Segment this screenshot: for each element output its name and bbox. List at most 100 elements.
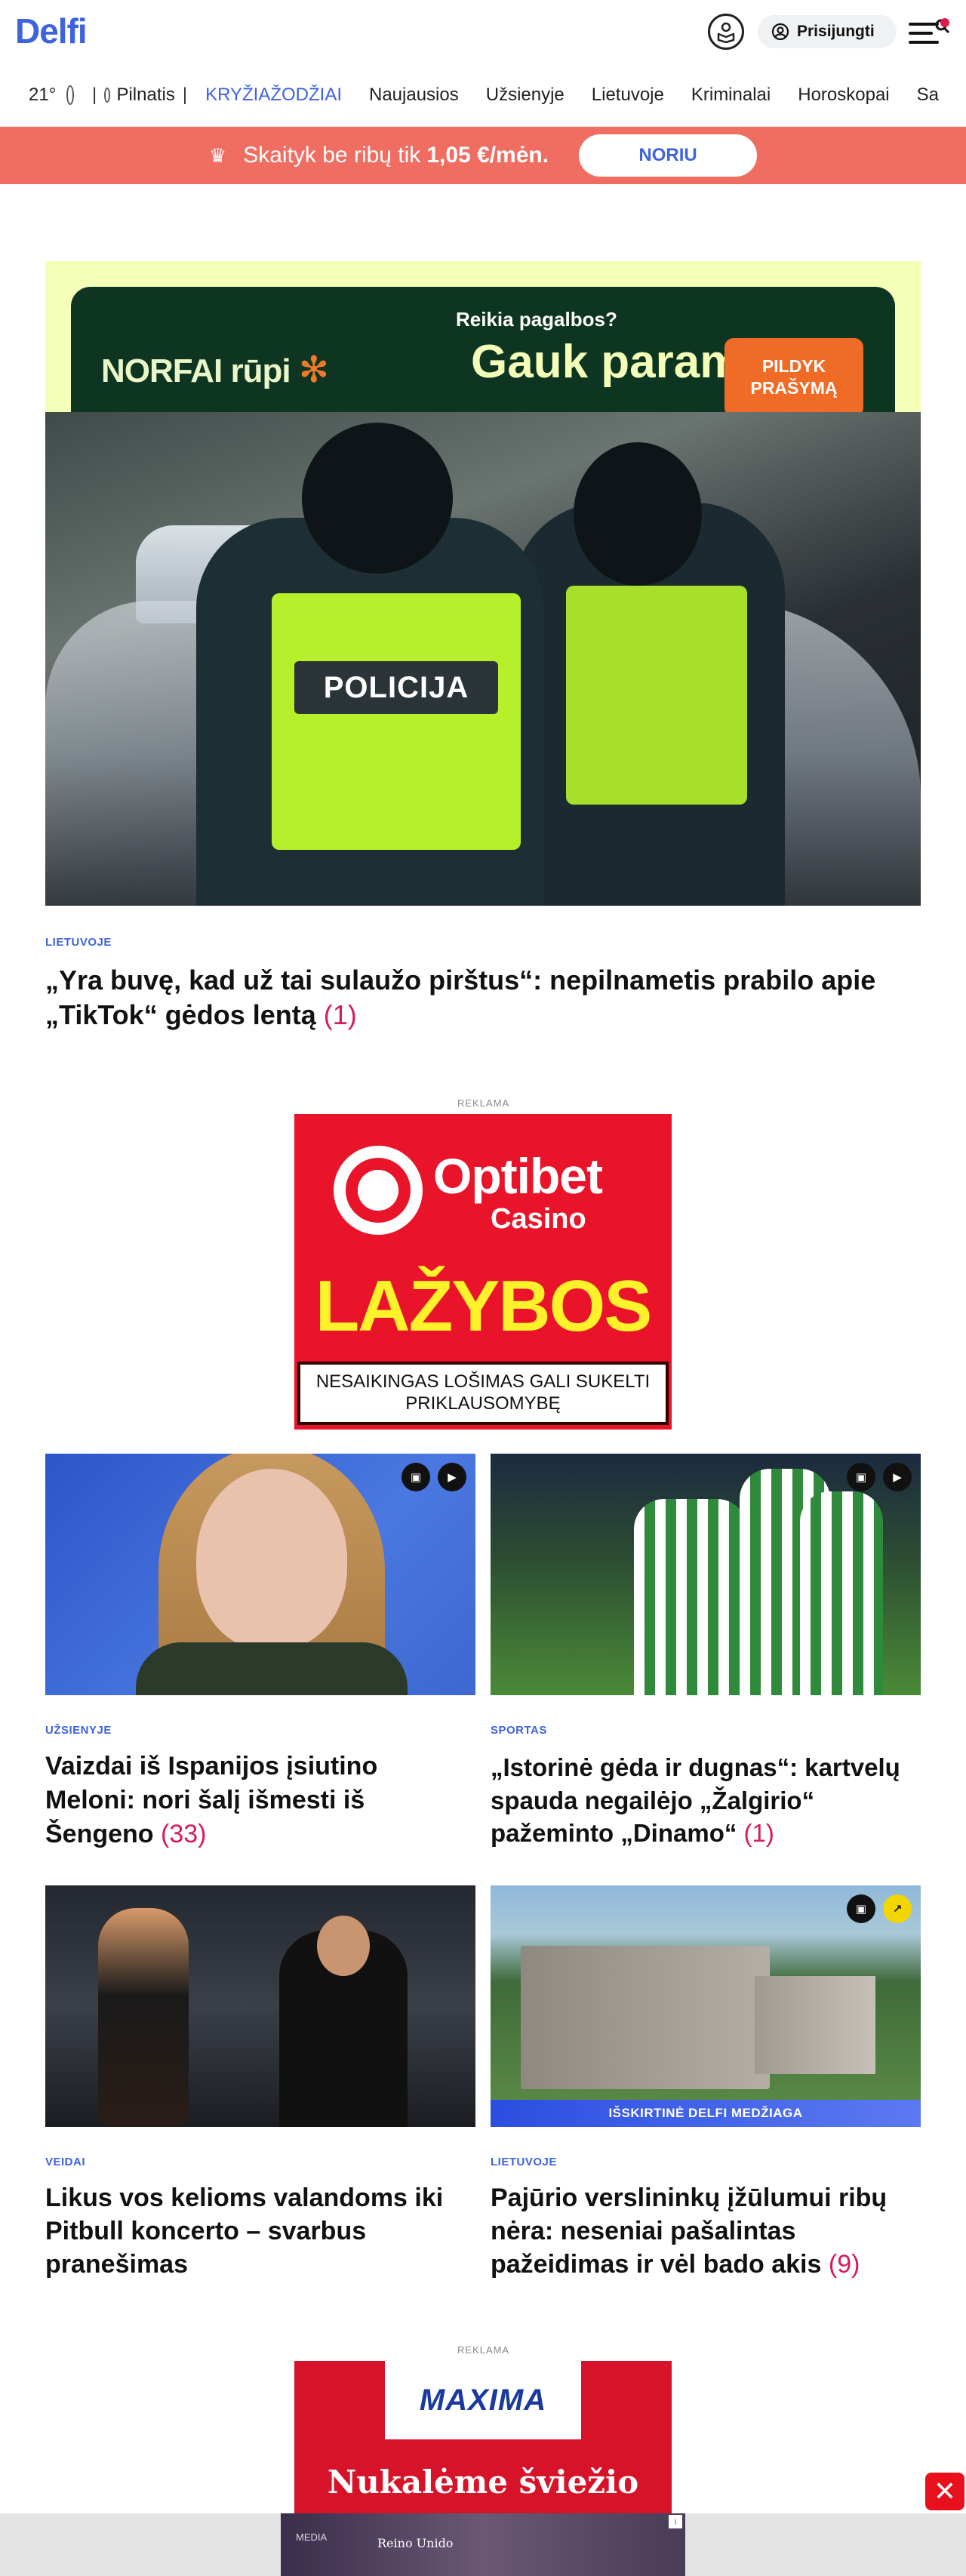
hero-article-image[interactable]: POLICIJA — [45, 412, 921, 906]
norfai-logo-text: NORFAI rūpi — [101, 352, 291, 389]
gallery-icon: ▣ — [847, 1463, 875, 1491]
officer-hood — [574, 442, 702, 586]
maxima-logo: MAXIMA — [385, 2361, 581, 2439]
nav-separator: | — [92, 84, 97, 105]
article-title: Pajūrio verslininkų įžūlumui ribų nėra: … — [491, 2184, 888, 2279]
article-category[interactable]: LIETUVOJE — [491, 2156, 557, 2168]
player-figure — [800, 1491, 883, 1695]
nav-item-uzsienyje[interactable]: Užsienyje — [486, 85, 565, 106]
ad-label: REKLAMA — [457, 1097, 510, 1109]
menu-search-button[interactable] — [906, 17, 952, 50]
exclusive-strip: IŠSKIRTINĖ DELFI MEDŽIAGA — [491, 2100, 921, 2127]
optibet-target-icon — [334, 1146, 423, 1235]
article-headline[interactable]: „Istorinė gėda ir dugnas“: kartvelų spau… — [491, 1751, 913, 1850]
officer-hood — [302, 423, 453, 574]
reader-icon[interactable] — [708, 14, 744, 50]
norfai-question: Reikia pagalbos? — [456, 308, 617, 331]
reader-icon-glyph — [717, 22, 735, 43]
bottom-ad-small-text: MEDIA — [296, 2531, 328, 2543]
bottom-advertisement[interactable]: MEDIA Reino Unido i — [281, 2513, 685, 2576]
promo-price: 1,05 €/mėn. — [426, 143, 549, 168]
menu-bar-icon — [909, 41, 939, 44]
delfi-logo[interactable]: Delfi — [15, 11, 88, 51]
notification-dot — [940, 18, 949, 27]
article-headline[interactable]: Pajūrio verslininkų įžūlumui ribų nėra: … — [491, 2181, 913, 2282]
close-ad-button[interactable]: ✕ — [925, 2473, 964, 2510]
optibet-sub: Casino — [491, 1203, 586, 1235]
dancer-figure — [98, 1908, 189, 2127]
trending-icon: ↗ — [883, 1894, 912, 1923]
norfai-headline: Gauk parama — [471, 336, 768, 388]
hero-headline[interactable]: „Yra buvę, kad už tai sulaužo pirštus“: … — [45, 963, 921, 1033]
comment-count[interactable]: (9) — [829, 2250, 860, 2279]
article-title: Likus vos kelioms valandoms iki Pitbull … — [45, 2184, 444, 2279]
article-image-zalgiris[interactable]: ▣ ▶ — [491, 1454, 921, 1695]
nav-separator: | — [182, 84, 188, 105]
sun-flower-icon: ✻ — [298, 350, 329, 390]
menu-bar-icon — [909, 32, 933, 35]
nav-item-kriminalai[interactable]: Kriminalai — [691, 85, 771, 106]
media-badges: ▣ ↗ — [847, 1894, 912, 1923]
nav-item-lietuvoje[interactable]: Lietuvoje — [592, 85, 664, 106]
gambling-warning: NESAIKINGAS LOŠIMAS GALI SUKELTI PRIKLAU… — [297, 1362, 669, 1425]
article-title: „Istorinė gėda ir dugnas“: kartvelų spau… — [491, 1753, 900, 1848]
article-headline[interactable]: Likus vos kelioms valandoms iki Pitbull … — [45, 2181, 468, 2282]
moon-phase: Pilnatis — [116, 84, 175, 105]
sticky-bottom-ad-bar: MEDIA Reino Unido i — [0, 2513, 966, 2576]
comment-count[interactable]: (33) — [161, 1820, 206, 1848]
crown-icon: ♛ — [208, 143, 227, 167]
video-play-icon: ▶ — [883, 1463, 912, 1491]
optibet-advertisement[interactable]: Optibet Casino LAŽYBOS NESAIKINGAS LOŠIM… — [294, 1114, 672, 1430]
optibet-brand: Optibet — [433, 1148, 603, 1204]
moon-icon — [104, 87, 111, 103]
comment-count[interactable]: (1) — [324, 999, 357, 1030]
face-shape — [196, 1469, 347, 1650]
norfai-advertisement[interactable]: NORFAI rūpi ✻ Reikia pagalbos? Gauk para… — [45, 261, 921, 412]
weather-temperature[interactable]: 21° — [29, 85, 56, 106]
performer-head — [317, 1916, 370, 1976]
article-image-meloni[interactable]: ▣ ▶ — [45, 1454, 475, 1695]
subscription-banner[interactable]: ♛ Skaityk be ribų tik 1,05 €/mėn. NORIU — [0, 127, 966, 184]
login-button[interactable]: Prisijungti — [758, 15, 897, 48]
subscribe-button[interactable]: NORIU — [579, 134, 758, 177]
sun-icon — [66, 85, 75, 105]
article-image-cabins[interactable]: ▣ ↗ IŠSKIRTINĖ DELFI MEDŽIAGA — [491, 1885, 921, 2127]
cabin-shape — [755, 1976, 875, 2074]
promo-text: Skaityk be ribų tik — [243, 143, 421, 168]
hero-title: „Yra buvę, kad už tai sulaužo pirštus“: … — [45, 965, 876, 1031]
article-category[interactable]: VEIDAI — [45, 2156, 85, 2168]
gallery-icon: ▣ — [401, 1463, 430, 1491]
cabin-shape — [521, 1946, 770, 2089]
nav-item-naujausios[interactable]: Naujausios — [369, 85, 459, 106]
media-badges: ▣ ▶ — [847, 1463, 912, 1491]
article-category[interactable]: UŽSIENYJE — [45, 1724, 112, 1737]
police-label: POLICIJA — [294, 661, 498, 714]
hero-category[interactable]: LIETUVOJE — [45, 936, 112, 949]
video-play-icon: ▶ — [438, 1463, 466, 1491]
site-header: Delfi Prisijungti — [0, 0, 966, 63]
bottom-ad-text: Reino Unido — [377, 2536, 454, 2550]
login-label: Prisijungti — [797, 23, 875, 40]
article-title: Vaizdai iš Ispanijos įsiutino Meloni: no… — [45, 1752, 378, 1848]
article-category[interactable]: SPORTAS — [491, 1724, 547, 1737]
maxima-slogan: Nukalėme šviežio — [327, 2464, 639, 2501]
player-figure — [634, 1499, 747, 1695]
user-icon — [771, 23, 789, 41]
category-nav: 21° | Pilnatis | KRYŽIAŽODŽIAI Naujausio… — [0, 63, 966, 127]
article-image-pitbull[interactable] — [45, 1885, 475, 2127]
nav-item-horoskopai[interactable]: Horoskopai — [798, 85, 889, 106]
gallery-icon: ▣ — [847, 1894, 875, 1923]
vest-shape — [272, 593, 521, 850]
optibet-headline: LAŽYBOS — [315, 1266, 653, 1346]
ad-info-icon[interactable]: i — [669, 2515, 682, 2528]
vest-shape — [566, 586, 747, 805]
norfai-ad-panel: NORFAI rūpi ✻ Reikia pagalbos? Gauk para… — [71, 287, 895, 412]
article-headline[interactable]: Vaizdai iš Ispanijos įsiutino Meloni: no… — [45, 1750, 453, 1851]
nav-item-sa[interactable]: Sa — [917, 85, 939, 106]
media-badges: ▣ ▶ — [401, 1463, 466, 1491]
body-shape — [136, 1642, 408, 1695]
norfai-logo: NORFAI rūpi ✻ — [101, 349, 329, 391]
norfai-apply-button[interactable]: PILDYK PRAŠYMĄ — [724, 338, 863, 412]
comment-count[interactable]: (1) — [744, 1819, 774, 1847]
nav-item-kryziazodziai[interactable]: KRYŽIAŽODŽIAI — [205, 85, 342, 106]
